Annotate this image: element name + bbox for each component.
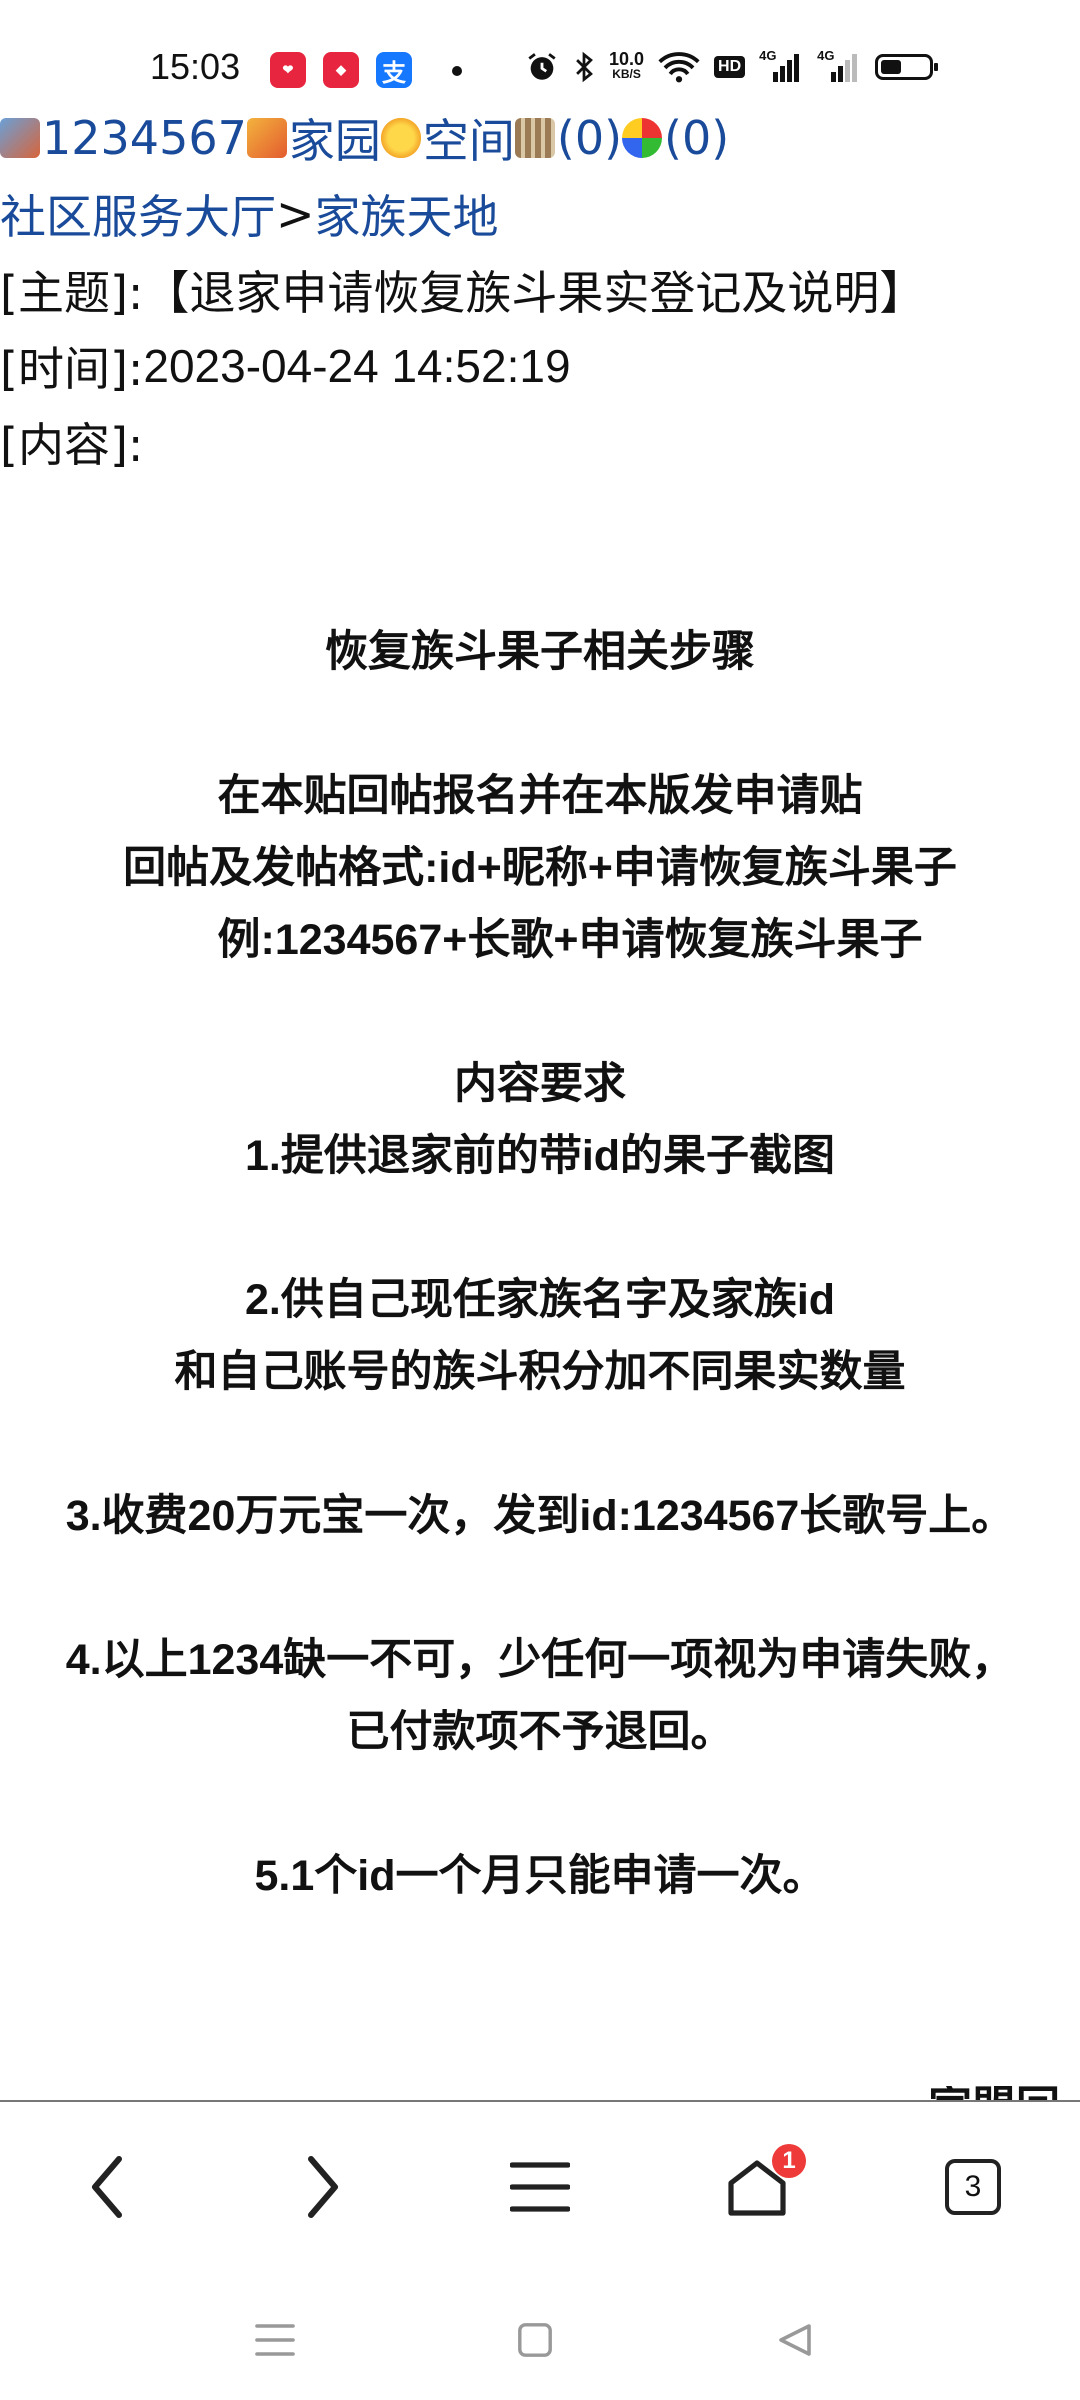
breadcrumb-separator: > <box>276 187 315 241</box>
space-link[interactable]: 空间 <box>423 105 515 171</box>
network-speed: 10.0 KB/S <box>609 49 645 81</box>
back-button[interactable] <box>62 2142 152 2232</box>
post-body: 恢复族斗果子相关步骤 在本贴回帖报名并在本版发申请贴 回帖及发帖格式:id+昵称… <box>0 616 1080 1912</box>
breadcrumb-root-link[interactable]: 社区服务大厅 <box>0 181 276 247</box>
alipay-icon: 支 <box>376 52 412 88</box>
count-link-a[interactable]: (0) <box>557 111 622 165</box>
subject-text: 【退家申请恢复族斗果实登记及说明】 <box>143 266 926 320</box>
home-icon[interactable] <box>246 118 287 158</box>
app-notification-icon-1: ❤ <box>270 52 306 88</box>
more-notifications-dot <box>452 66 462 76</box>
home-link[interactable]: 家园 <box>289 105 381 171</box>
forward-button[interactable] <box>278 2142 368 2232</box>
recent-apps-button[interactable] <box>240 2305 310 2375</box>
requirement-item: 2.供自己现任家族名字及家族id <box>244 1276 836 1324</box>
user-avatar-icon[interactable] <box>0 118 40 158</box>
menu-icon <box>510 2162 570 2212</box>
post-body-title: 恢复族斗果子相关步骤 <box>325 628 755 676</box>
wifi-icon <box>658 52 700 83</box>
requirement-item: 已付款项不予退回。 <box>346 1708 734 1756</box>
notification-badge: 1 <box>772 2144 806 2178</box>
post-time: [时间]: 2023-04-24 14:52:19 <box>0 328 1080 404</box>
requirement-item: 1.提供退家前的带id的果子截图 <box>244 1132 836 1180</box>
flower-icon[interactable] <box>622 118 663 158</box>
chevron-right-icon <box>308 2156 338 2218</box>
star-icon[interactable] <box>380 118 421 158</box>
count-link-b[interactable]: (0) <box>664 111 729 165</box>
user-id-link[interactable]: 1234567 <box>42 111 247 165</box>
recent-apps-icon <box>255 2324 295 2356</box>
tab-count: 3 <box>945 2159 1001 2215</box>
hd-voice-badge: HD <box>714 56 746 78</box>
status-bar: 15:03 ❤ ◆ 支 10.0 KB/S HD 4G 4G <box>0 0 1080 100</box>
alarm-icon <box>528 53 556 80</box>
requirement-item: 和自己账号的族斗积分加不同果实数量 <box>174 1348 906 1396</box>
post-body-line: 在本贴回帖报名并在本版发申请贴 <box>217 772 863 820</box>
requirement-item: 4.以上1234缺一不可，少任何一项视为申请失败， <box>65 1636 1015 1684</box>
page-content: 1234567 家园 空间 (0) (0) 社区服务大厅 > 家族天地 [主题]… <box>0 100 1080 480</box>
battery-icon <box>875 54 939 80</box>
menu-button[interactable] <box>495 2142 585 2232</box>
signal-strength-icon-1: 4G <box>759 48 803 82</box>
tabs-button[interactable]: 3 <box>928 2142 1018 2232</box>
breadcrumb: 社区服务大厅 > 家族天地 <box>0 176 1080 252</box>
home-button[interactable]: 1 <box>712 2142 806 2232</box>
post-body-line: 例:1234567+长歌+申请恢复族斗果子 <box>217 916 923 964</box>
square-icon <box>518 2323 552 2357</box>
post-body-line: 回帖及发帖格式:id+昵称+申请恢复族斗果子 <box>123 844 957 892</box>
back-nav-button[interactable] <box>760 2305 830 2375</box>
bluetooth-icon <box>576 51 593 83</box>
requirement-item: 3.收费20万元宝一次，发到id:1234567长歌号上。 <box>65 1492 1015 1540</box>
signal-strength-icon-2: 4G <box>817 48 861 82</box>
triangle-back-icon <box>779 2324 811 2356</box>
breadcrumb-section-link[interactable]: 家族天地 <box>315 181 499 247</box>
system-nav-bar <box>0 2275 1080 2400</box>
time-value: 2023-04-24 14:52:19 <box>143 340 571 392</box>
requirement-item: 5.1个id一个月只能申请一次。 <box>254 1852 826 1900</box>
requirements-title: 内容要求 <box>454 1060 626 1108</box>
status-time: 15:03 <box>150 46 241 87</box>
subject-label: [主题]: <box>0 266 144 320</box>
post-content-label: [内容]: <box>0 418 144 472</box>
building-icon[interactable] <box>514 118 555 158</box>
browser-toolbar: 1 3 <box>0 2100 1080 2277</box>
post-subject: [主题]: 【退家申请恢复族斗果实登记及说明】 <box>0 252 1080 328</box>
user-header: 1234567 家园 空间 (0) (0) <box>0 100 1080 176</box>
chevron-left-icon <box>92 2156 122 2218</box>
time-label: [时间]: <box>0 342 144 396</box>
home-nav-button[interactable] <box>500 2305 570 2375</box>
app-notification-icon-2: ◆ <box>323 52 359 88</box>
